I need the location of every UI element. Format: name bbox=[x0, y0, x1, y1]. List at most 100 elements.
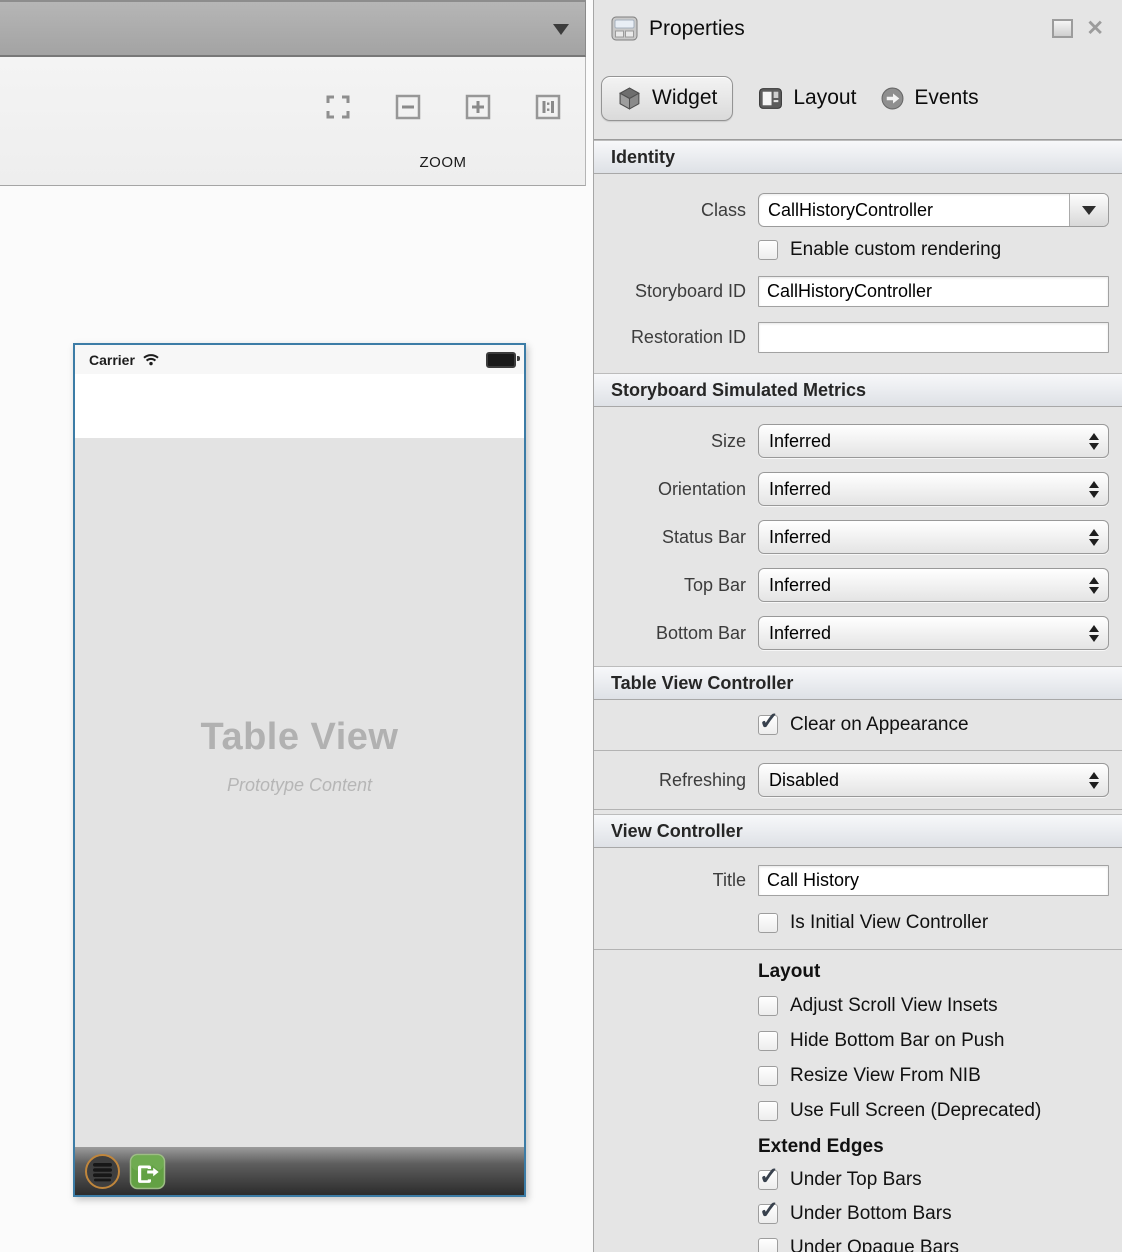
tab-layout[interactable]: Layout bbox=[758, 86, 856, 111]
storyboard-view-controller-canvas[interactable]: Carrier Table View Prototype Content bbox=[73, 343, 526, 1197]
resize-view-from-nib-row: Resize View From NIB bbox=[758, 1063, 1122, 1089]
under-top-bars-checkbox[interactable] bbox=[758, 1170, 778, 1190]
table-view-placeholder-title: Table View bbox=[201, 716, 399, 759]
properties-panel: Properties ✕ Widget Layout bbox=[593, 0, 1122, 1252]
properties-panel-header: Properties ✕ bbox=[594, 0, 1122, 57]
tab-events[interactable]: Events bbox=[881, 86, 978, 110]
chevron-down-icon bbox=[1082, 206, 1096, 215]
use-full-screen-label: Use Full Screen (Deprecated) bbox=[790, 1100, 1041, 1122]
table-view-controller-dock-icon[interactable] bbox=[84, 1153, 121, 1190]
orientation-value: Inferred bbox=[769, 479, 1081, 500]
top-bar-popup[interactable]: Inferred bbox=[758, 568, 1109, 602]
zoom-controls: ZOOM bbox=[323, 92, 563, 171]
exit-segue-icon[interactable] bbox=[129, 1153, 166, 1190]
stepper-icon bbox=[1089, 577, 1099, 594]
section-header-simulated-metrics: Storyboard Simulated Metrics bbox=[594, 373, 1122, 407]
tab-widget[interactable]: Widget bbox=[601, 76, 733, 121]
bottom-bar-label: Bottom Bar bbox=[594, 623, 746, 644]
refreshing-popup[interactable]: Disabled bbox=[758, 763, 1109, 797]
canvas-toolbar: ZOOM bbox=[0, 57, 586, 186]
wifi-icon bbox=[142, 353, 160, 366]
zoom-fit-button[interactable] bbox=[323, 92, 353, 122]
refreshing-value: Disabled bbox=[769, 770, 1081, 791]
refreshing-label: Refreshing bbox=[594, 770, 746, 791]
class-label: Class bbox=[594, 200, 746, 221]
section-header-table-view-controller: Table View Controller bbox=[594, 666, 1122, 700]
under-opaque-bars-checkbox[interactable] bbox=[758, 1238, 778, 1252]
restoration-id-row: Restoration ID bbox=[594, 322, 1109, 353]
enable-custom-rendering-checkbox[interactable] bbox=[758, 240, 778, 260]
storyboard-id-label: Storyboard ID bbox=[594, 281, 746, 302]
is-initial-view-controller-checkbox[interactable] bbox=[758, 913, 778, 933]
class-row: Class CallHistoryController bbox=[594, 193, 1109, 227]
simulated-status-bar: Carrier bbox=[75, 345, 524, 374]
widget-cube-icon bbox=[617, 86, 642, 111]
panel-title: Properties bbox=[649, 17, 1052, 41]
zoom-fit-icon bbox=[324, 93, 352, 121]
class-dropdown-button[interactable] bbox=[1069, 194, 1108, 226]
use-full-screen-checkbox[interactable] bbox=[758, 1101, 778, 1121]
class-combobox[interactable]: CallHistoryController bbox=[758, 193, 1109, 227]
title-field[interactable] bbox=[758, 865, 1109, 896]
bottom-bar-popup[interactable]: Inferred bbox=[758, 616, 1109, 650]
use-full-screen-row: Use Full Screen (Deprecated) bbox=[758, 1098, 1122, 1124]
zoom-out-icon bbox=[394, 93, 422, 121]
restoration-id-label: Restoration ID bbox=[594, 327, 746, 348]
restoration-id-field[interactable] bbox=[758, 322, 1109, 353]
stepper-icon bbox=[1089, 772, 1099, 789]
close-panel-icon[interactable]: ✕ bbox=[1086, 18, 1104, 39]
custom-rendering-row: Enable custom rendering bbox=[758, 237, 1122, 263]
divider bbox=[594, 809, 1122, 810]
canvas-titlebar bbox=[0, 0, 586, 57]
zoom-out-button[interactable] bbox=[393, 92, 423, 122]
stepper-icon bbox=[1089, 481, 1099, 498]
title-row: Title bbox=[594, 865, 1109, 896]
orientation-popup[interactable]: Inferred bbox=[758, 472, 1109, 506]
divider bbox=[594, 750, 1122, 751]
clear-on-appearance-checkbox[interactable] bbox=[758, 715, 778, 735]
size-label: Size bbox=[594, 431, 746, 452]
top-bar-value: Inferred bbox=[769, 575, 1081, 596]
section-header-identity: Identity bbox=[594, 140, 1122, 174]
resize-view-from-nib-label: Resize View From NIB bbox=[790, 1065, 981, 1087]
hide-bottom-bar-checkbox[interactable] bbox=[758, 1031, 778, 1051]
bottom-bar-row: Bottom Bar Inferred bbox=[594, 616, 1109, 650]
tab-layout-label: Layout bbox=[793, 86, 856, 110]
top-bar-row: Top Bar Inferred bbox=[594, 568, 1109, 602]
layout-subheader: Layout bbox=[758, 960, 1122, 984]
is-initial-view-controller-label: Is Initial View Controller bbox=[790, 912, 988, 934]
titlebar-dropdown-icon[interactable] bbox=[553, 24, 569, 35]
size-row: Size Inferred bbox=[594, 424, 1109, 458]
table-view-placeholder-subtitle: Prototype Content bbox=[227, 775, 372, 796]
events-arrow-icon bbox=[881, 87, 904, 110]
table-header-area bbox=[75, 374, 524, 438]
zoom-actual-size-button[interactable] bbox=[533, 92, 563, 122]
properties-icon bbox=[611, 16, 638, 41]
resize-view-from-nib-checkbox[interactable] bbox=[758, 1066, 778, 1086]
inspector-tab-bar: Widget Layout Events bbox=[594, 57, 1122, 140]
zoom-in-button[interactable] bbox=[463, 92, 493, 122]
stepper-icon bbox=[1089, 433, 1099, 450]
orientation-row: Orientation Inferred bbox=[594, 472, 1109, 506]
class-value: CallHistoryController bbox=[759, 194, 1069, 226]
adjust-scroll-view-insets-label: Adjust Scroll View Insets bbox=[790, 995, 998, 1017]
under-top-bars-row: Under Top Bars bbox=[758, 1167, 1122, 1193]
size-popup[interactable]: Inferred bbox=[758, 424, 1109, 458]
divider bbox=[594, 949, 1122, 950]
under-bottom-bars-checkbox[interactable] bbox=[758, 1204, 778, 1224]
is-initial-row: Is Initial View Controller bbox=[758, 910, 1122, 936]
zoom-group-label: ZOOM bbox=[323, 154, 563, 171]
status-bar-row: Status Bar Inferred bbox=[594, 520, 1109, 554]
float-panel-icon[interactable] bbox=[1052, 19, 1073, 38]
table-view[interactable]: Table View Prototype Content bbox=[75, 438, 524, 1147]
orientation-label: Orientation bbox=[594, 479, 746, 500]
size-value: Inferred bbox=[769, 431, 1081, 452]
zoom-actual-size-icon bbox=[534, 93, 562, 121]
under-bottom-bars-row: Under Bottom Bars bbox=[758, 1201, 1122, 1227]
adjust-scroll-view-insets-row: Adjust Scroll View Insets bbox=[758, 993, 1122, 1019]
under-opaque-bars-label: Under Opaque Bars bbox=[790, 1237, 959, 1252]
adjust-scroll-view-insets-checkbox[interactable] bbox=[758, 996, 778, 1016]
clear-on-appearance-row: Clear on Appearance bbox=[758, 712, 1122, 738]
storyboard-id-field[interactable] bbox=[758, 276, 1109, 307]
status-bar-popup[interactable]: Inferred bbox=[758, 520, 1109, 554]
